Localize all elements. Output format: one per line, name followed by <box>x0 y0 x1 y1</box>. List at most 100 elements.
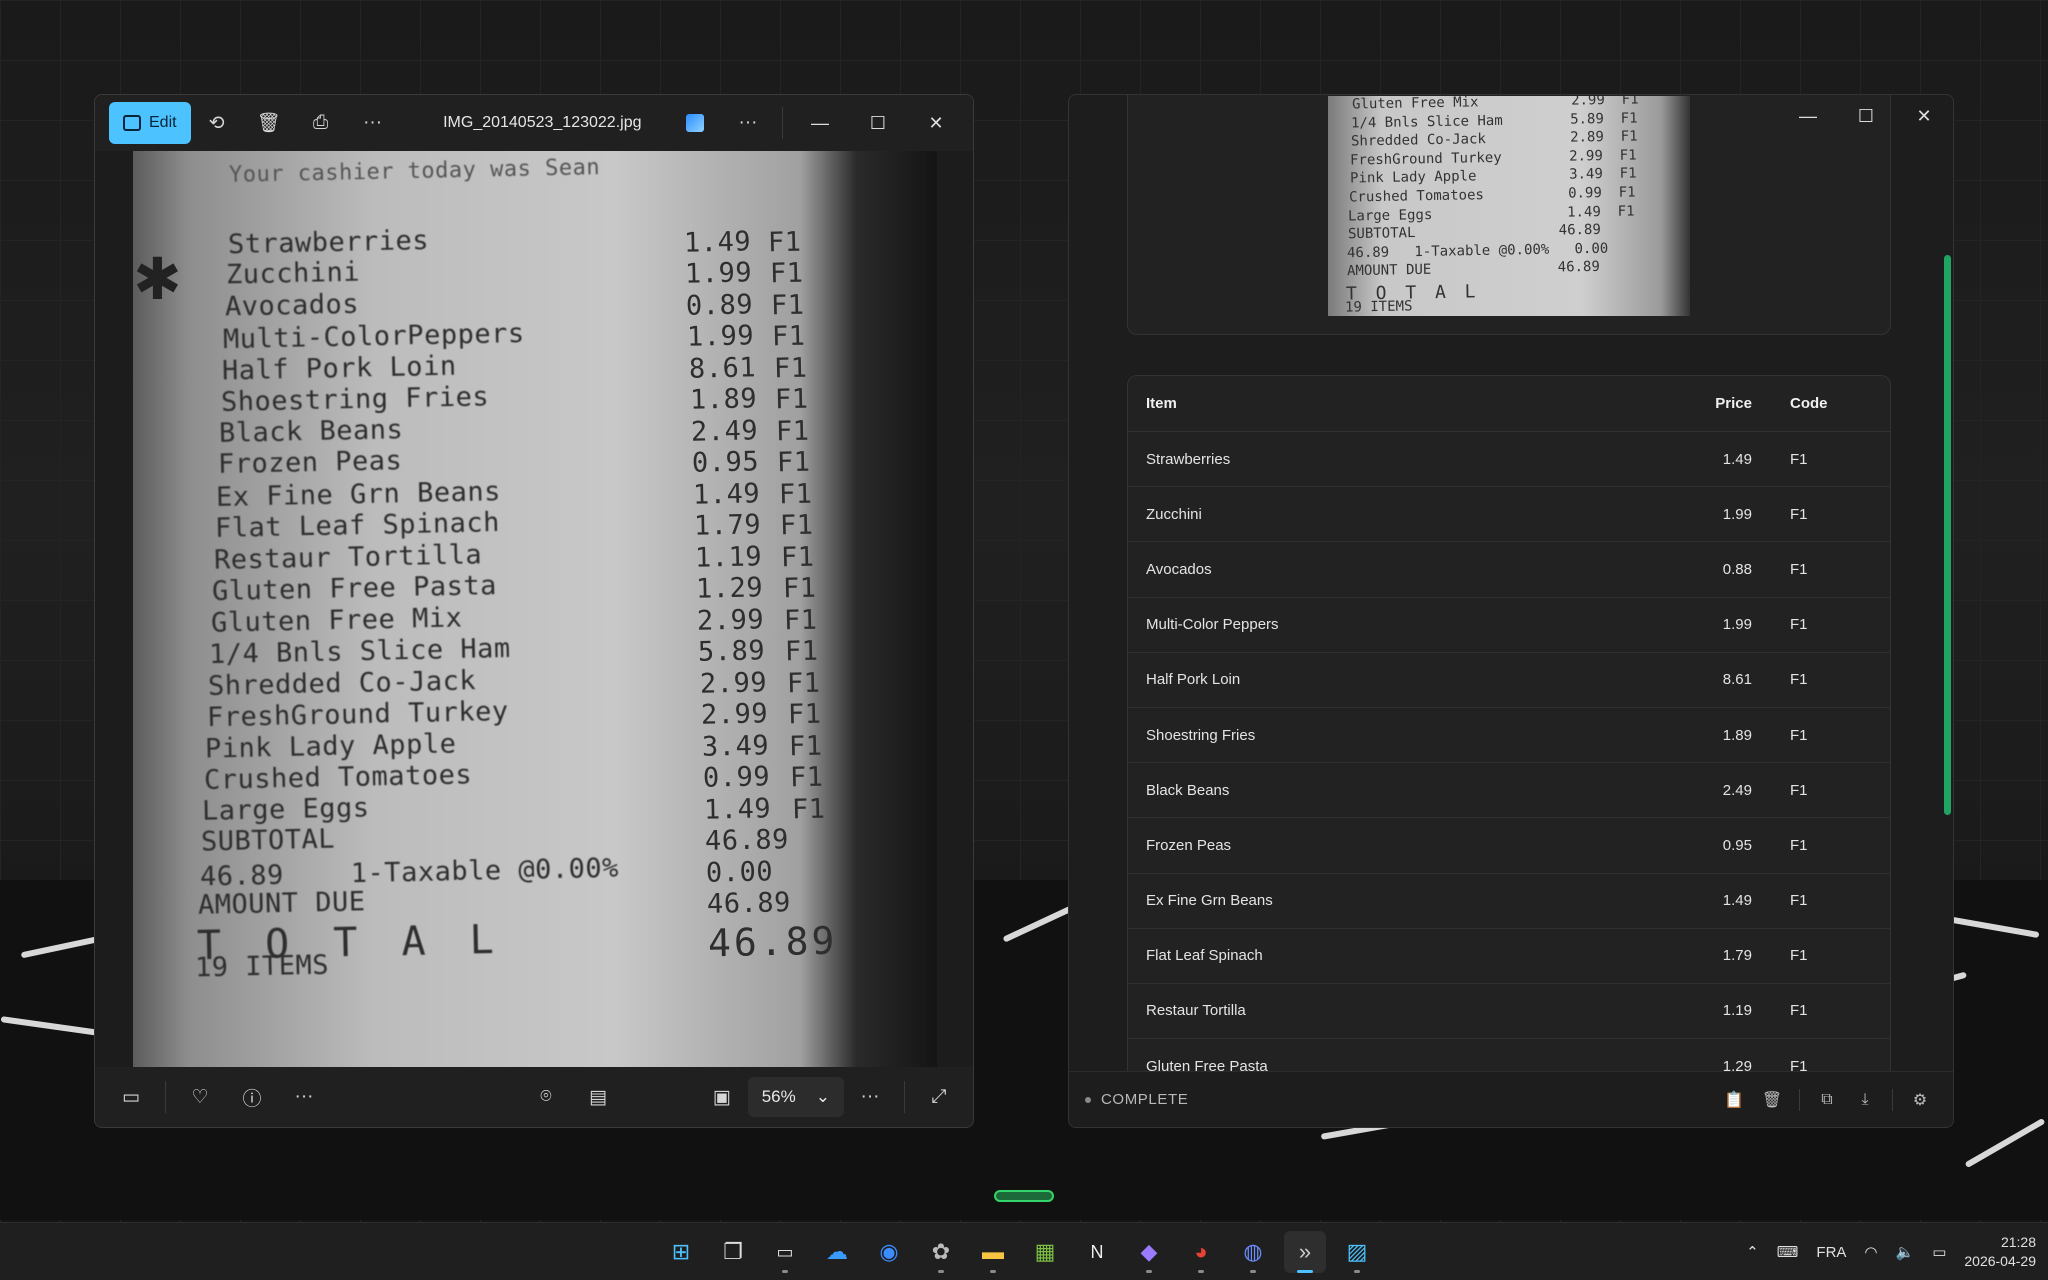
table-row[interactable]: Multi-Color Peppers 1.99 F1 <box>1128 598 1890 653</box>
receipt-line-name: Gluten Free Mix <box>210 601 463 639</box>
chat-app-icon[interactable]: ◍ <box>1232 1231 1274 1273</box>
receipt-line-price: 5.89 <box>697 635 766 668</box>
receipt-line-price: 1.89 <box>689 383 758 416</box>
more-options-icon-2[interactable]: ··· <box>722 102 774 144</box>
photos-app-icon[interactable]: ▨ <box>1336 1231 1378 1273</box>
receipt-line-price: 0.89 <box>685 288 754 322</box>
table-row[interactable]: Strawberries 1.49 F1 <box>1128 432 1890 488</box>
cell-code: F1 <box>1790 671 1808 689</box>
task-view-icon[interactable]: ❐ <box>712 1231 754 1273</box>
receipt-line-name: Half Pork Loin <box>221 350 457 386</box>
chrome-icon[interactable]: ◕ <box>1180 1231 1222 1273</box>
cell-item: Zucchini <box>1146 505 1202 523</box>
drag-handle[interactable] <box>994 1190 1054 1202</box>
ocr-content[interactable]: Gluten Free Mix 2.99 F1 1/4 Bnls Slice Ha… <box>1127 95 1891 1073</box>
receipt-line-price: 1.79 <box>693 509 762 542</box>
rotate-icon[interactable]: ⟲ <box>191 102 243 144</box>
delete-icon[interactable]: 🗑 <box>243 102 295 144</box>
receipt-line-price: 1.19 <box>694 540 763 574</box>
receipt-line-name: Strawberries <box>227 224 430 260</box>
table-row[interactable]: Flat Leaf Spinach 1.79 F1 <box>1128 929 1890 984</box>
scrollbar-thumb[interactable] <box>1944 255 1951 815</box>
keyboard-icon[interactable]: ⌨ <box>1777 1243 1799 1261</box>
copy-icon[interactable]: ⧉ <box>1808 1081 1846 1119</box>
cell-price: 1.79 <box>1722 947 1752 965</box>
cell-price: 1.49 <box>1722 450 1752 468</box>
header-code: Code <box>1790 395 1828 412</box>
more-options-icon-4[interactable]: ··· <box>844 1076 896 1118</box>
receipt-line-price: 8.61 <box>688 351 757 385</box>
volume-icon[interactable]: 🔈 <box>1896 1243 1915 1261</box>
receipt-line-code: F1 <box>783 604 818 636</box>
close-button[interactable]: ✕ <box>907 102 965 144</box>
maximize-button[interactable]: ☐ <box>849 102 907 144</box>
receipt-line-code: F1 <box>789 761 824 794</box>
minimize-button[interactable]: — <box>791 102 849 144</box>
receipt-line-name: Gluten Free Pasta <box>211 570 498 607</box>
table-row[interactable]: Zucchini 1.99 F1 <box>1128 487 1890 543</box>
receipt-line-name: FreshGround Turkey <box>206 695 509 734</box>
cell-item: Black Beans <box>1146 781 1230 799</box>
language-indicator[interactable]: FRA <box>1816 1244 1846 1261</box>
edit-button[interactable]: Edit <box>109 102 191 144</box>
zoom-dropdown[interactable]: 56% ⌄ <box>747 1077 844 1117</box>
close-button[interactable]: ✕ <box>1895 95 1953 137</box>
notion-icon[interactable]: N <box>1076 1231 1118 1273</box>
receipt-line-code: F1 <box>767 226 802 258</box>
more-options-icon[interactable]: ··· <box>347 102 399 144</box>
preview-line: AMOUNT DUE 46.89 <box>1346 259 1600 280</box>
file-explorer-icon[interactable]: ▬ <box>972 1231 1014 1273</box>
table-row[interactable]: Ex Fine Grn Beans 1.49 F1 <box>1128 874 1890 929</box>
separator <box>782 107 783 139</box>
receipt-line-name: Shoestring Fries <box>220 381 490 418</box>
spreadsheet-app-icon[interactable]: ▦ <box>1024 1231 1066 1273</box>
settings-gear-icon[interactable]: ⚙ <box>1901 1081 1939 1119</box>
image-edit-icon[interactable] <box>686 114 704 132</box>
photos-window: Edit ⟲ 🗑 ⎙ ··· IMG_20140523_123022.jpg ·… <box>94 94 974 1128</box>
clock[interactable]: 21:28 2026-04-29 <box>1964 1233 2036 1271</box>
separator <box>165 1081 166 1113</box>
terminal-icon[interactable]: ▭ <box>764 1231 806 1273</box>
wifi-icon[interactable]: ◠ <box>1864 1243 1877 1261</box>
ocr-window-controls: — ☐ ✕ <box>1779 95 1953 137</box>
more-options-icon-3[interactable]: ··· <box>278 1076 330 1118</box>
preview-line: 1/4 Bnls Slice Ham 5.89 F1 <box>1350 110 1638 132</box>
table-row[interactable]: Avocados 0.88 F1 <box>1128 542 1890 598</box>
receipt-ocr-app-icon[interactable]: » <box>1284 1231 1326 1273</box>
table-row[interactable]: Black Beans 2.49 F1 <box>1128 763 1890 819</box>
battery-icon[interactable]: ▭ <box>1932 1243 1946 1261</box>
fullscreen-icon[interactable]: ⤢ <box>913 1076 965 1118</box>
gimp-icon[interactable]: ✿ <box>920 1231 962 1273</box>
table-row[interactable]: Gluten Free Pasta 1.29 F1 <box>1128 1039 1890 1073</box>
maximize-button[interactable]: ☐ <box>1837 95 1895 137</box>
start-windows-icon[interactable]: ⊞ <box>660 1231 702 1273</box>
download-icon[interactable]: ⤓ <box>1846 1081 1884 1119</box>
chevron-up-icon[interactable]: ⌃ <box>1746 1243 1759 1261</box>
minimize-button[interactable]: — <box>1779 95 1837 137</box>
print-icon[interactable]: ⎙ <box>295 102 347 144</box>
clipboard-icon[interactable]: 📋 <box>1715 1081 1753 1119</box>
obsidian-icon[interactable]: ◆ <box>1128 1231 1170 1273</box>
preview-line: 19 ITEMS <box>1344 298 1413 316</box>
table-row[interactable]: Restaur Tortilla 1.19 F1 <box>1128 984 1890 1040</box>
scan-text-icon[interactable]: ▤ <box>572 1076 624 1118</box>
table-row[interactable]: Frozen Peas 0.95 F1 <box>1128 818 1890 874</box>
table-row[interactable]: Shoestring Fries 1.89 F1 <box>1128 708 1890 764</box>
favorite-heart-icon[interactable]: ♡ <box>174 1076 226 1118</box>
photo-canvas[interactable]: ✱ Your cashier today was Sean Strawberrie… <box>95 151 973 1069</box>
visual-search-icon[interactable]: ⌾ <box>520 1076 572 1118</box>
header-item: Item <box>1146 395 1177 412</box>
onedrive-icon[interactable]: ☁ <box>816 1231 858 1273</box>
filmstrip-icon[interactable]: ▭ <box>105 1076 157 1118</box>
photos-titlebar: Edit ⟲ 🗑 ⎙ ··· IMG_20140523_123022.jpg ·… <box>95 95 973 151</box>
cell-item: Shoestring Fries <box>1146 726 1256 744</box>
preview-line: Gluten Free Mix 2.99 F1 <box>1351 96 1639 113</box>
browser-app-icon[interactable]: ◉ <box>868 1231 910 1273</box>
actual-size-icon[interactable]: ▣ <box>696 1076 748 1118</box>
receipt-photo: ✱ Your cashier today was Sean Strawberrie… <box>133 151 937 1069</box>
cell-item: Half Pork Loin <box>1146 671 1241 689</box>
info-icon[interactable]: ⓘ <box>226 1076 278 1118</box>
delete-icon[interactable]: 🗑 <box>1753 1081 1791 1119</box>
receipt-line-name: 46.89 1-Taxable @0.00% <box>199 852 620 892</box>
table-row[interactable]: Half Pork Loin 8.61 F1 <box>1128 653 1890 708</box>
